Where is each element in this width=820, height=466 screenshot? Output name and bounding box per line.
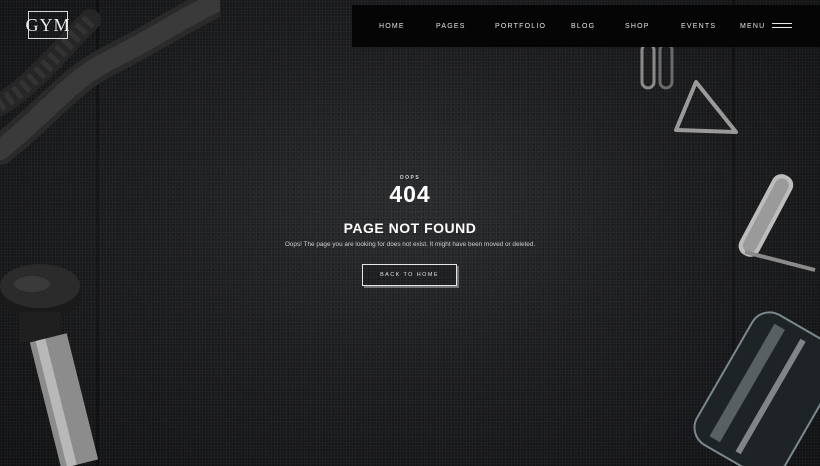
water-bottle-image	[693, 311, 820, 466]
nav-item-portfolio[interactable]: PORTFOLIO	[495, 23, 546, 30]
dumbbell-image	[0, 264, 99, 466]
nav-item-blog[interactable]: BLOG	[571, 23, 595, 30]
page-title: PAGE NOT FOUND	[343, 220, 477, 236]
back-to-home-button[interactable]: BACK TO HOME	[362, 264, 457, 286]
error-message: Oops! The page you are looking for does …	[284, 241, 536, 248]
triangle-handle-image	[640, 42, 738, 134]
nav-menu-label[interactable]: MENU	[740, 23, 765, 30]
nav-item-pages[interactable]: PAGES	[436, 23, 466, 30]
logo-text: GYM	[25, 14, 71, 35]
hamburger-menu-icon[interactable]	[772, 23, 792, 30]
top-navigation: HOME PAGES PORTFOLIO BLOG SHOP EVENTS ME…	[352, 5, 820, 47]
nav-item-events[interactable]: EVENTS	[681, 23, 716, 30]
site-logo[interactable]: GYM	[25, 11, 71, 39]
nav-item-shop[interactable]: SHOP	[625, 23, 650, 30]
back-to-home-label: BACK TO HOME	[380, 272, 439, 278]
nav-item-home[interactable]: HOME	[379, 23, 405, 30]
error-code: 404	[389, 181, 431, 207]
